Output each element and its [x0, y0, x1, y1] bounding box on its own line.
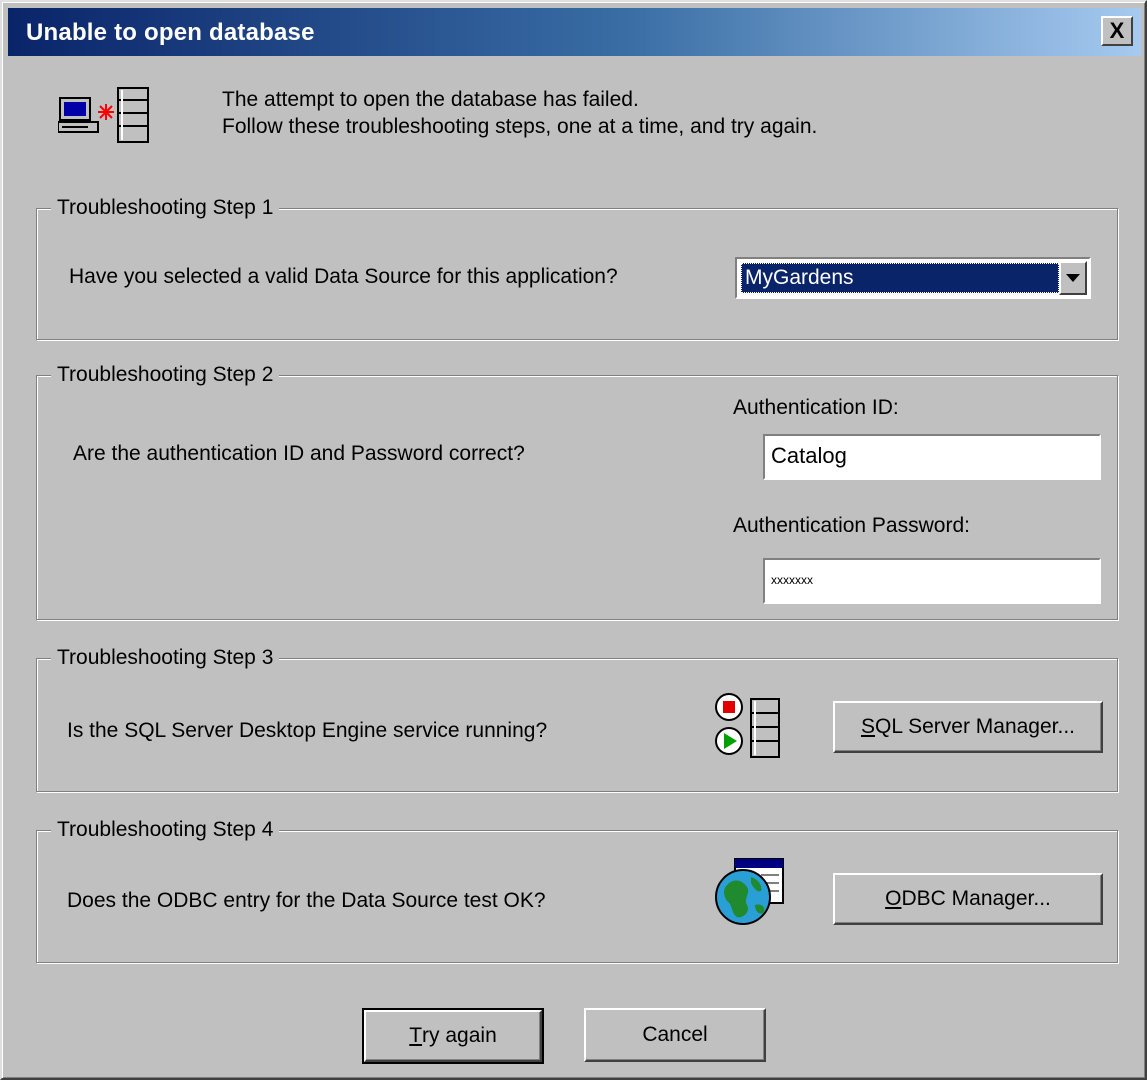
sql-server-manager-mnemonic: S — [861, 715, 876, 738]
intro-line-1: The attempt to open the database has fai… — [222, 88, 639, 111]
authentication-id-field[interactable]: Catalog — [763, 434, 1101, 480]
step4-legend: Troubleshooting Step 4 — [51, 815, 280, 845]
intro-text: The attempt to open the database has fai… — [222, 86, 817, 140]
data-source-value: MyGardens — [741, 263, 1059, 293]
data-source-select[interactable]: MyGardens — [735, 257, 1091, 299]
cancel-label: Cancel — [642, 1023, 708, 1046]
step3-group: Troubleshooting Step 3 Is the SQL Server… — [36, 643, 1118, 792]
dialog-title: Unable to open database — [26, 19, 315, 46]
database-connection-error-icon — [58, 87, 149, 143]
step4-group: Troubleshooting Step 4 Does the ODBC ent… — [36, 815, 1118, 963]
sql-server-manager-button[interactable]: S QL Server Manager... — [833, 701, 1103, 753]
odbc-globe-icon — [715, 858, 784, 925]
step3-question: Is the SQL Server Desktop Engine service… — [67, 719, 548, 742]
error-dialog: Unable to open database X The attempt to… — [0, 0, 1147, 1080]
intro-line-2: Follow these troubleshooting steps, one … — [222, 115, 818, 138]
step1-legend: Troubleshooting Step 1 — [51, 193, 280, 223]
authentication-password-field[interactable]: xxxxxxx — [763, 558, 1101, 604]
authentication-id-label: Authentication ID: — [733, 396, 899, 419]
cancel-button[interactable]: Cancel — [584, 1008, 766, 1062]
close-button[interactable]: X — [1101, 16, 1133, 46]
title-bar[interactable]: Unable to open database X — [8, 8, 1141, 56]
step2-question: Are the authentication ID and Password c… — [73, 442, 525, 465]
step4-question: Does the ODBC entry for the Data Source … — [67, 889, 546, 912]
sql-server-manager-label: QL Server Manager... — [875, 715, 1075, 738]
odbc-manager-label: DBC Manager... — [901, 887, 1051, 910]
close-icon: X — [1109, 18, 1125, 43]
try-again-mnemonic: T — [409, 1024, 423, 1047]
step2-group: Troubleshooting Step 2 Are the authentic… — [36, 360, 1118, 620]
try-again-button[interactable]: Try again — [362, 1008, 544, 1064]
step2-legend: Troubleshooting Step 2 — [51, 360, 280, 390]
step1-question: Have you selected a valid Data Source fo… — [69, 265, 618, 288]
service-start-stop-icon — [715, 693, 780, 758]
chevron-down-icon — [1066, 274, 1080, 282]
odbc-manager-mnemonic: O — [885, 887, 902, 910]
step1-group: Troubleshooting Step 1 Have you selected… — [36, 193, 1118, 340]
dropdown-arrow-button[interactable] — [1059, 261, 1087, 295]
odbc-manager-button[interactable]: O DBC Manager... — [833, 873, 1103, 925]
step3-legend: Troubleshooting Step 3 — [51, 643, 280, 673]
try-again-label: ry again — [422, 1024, 497, 1047]
authentication-password-label: Authentication Password: — [733, 514, 970, 537]
